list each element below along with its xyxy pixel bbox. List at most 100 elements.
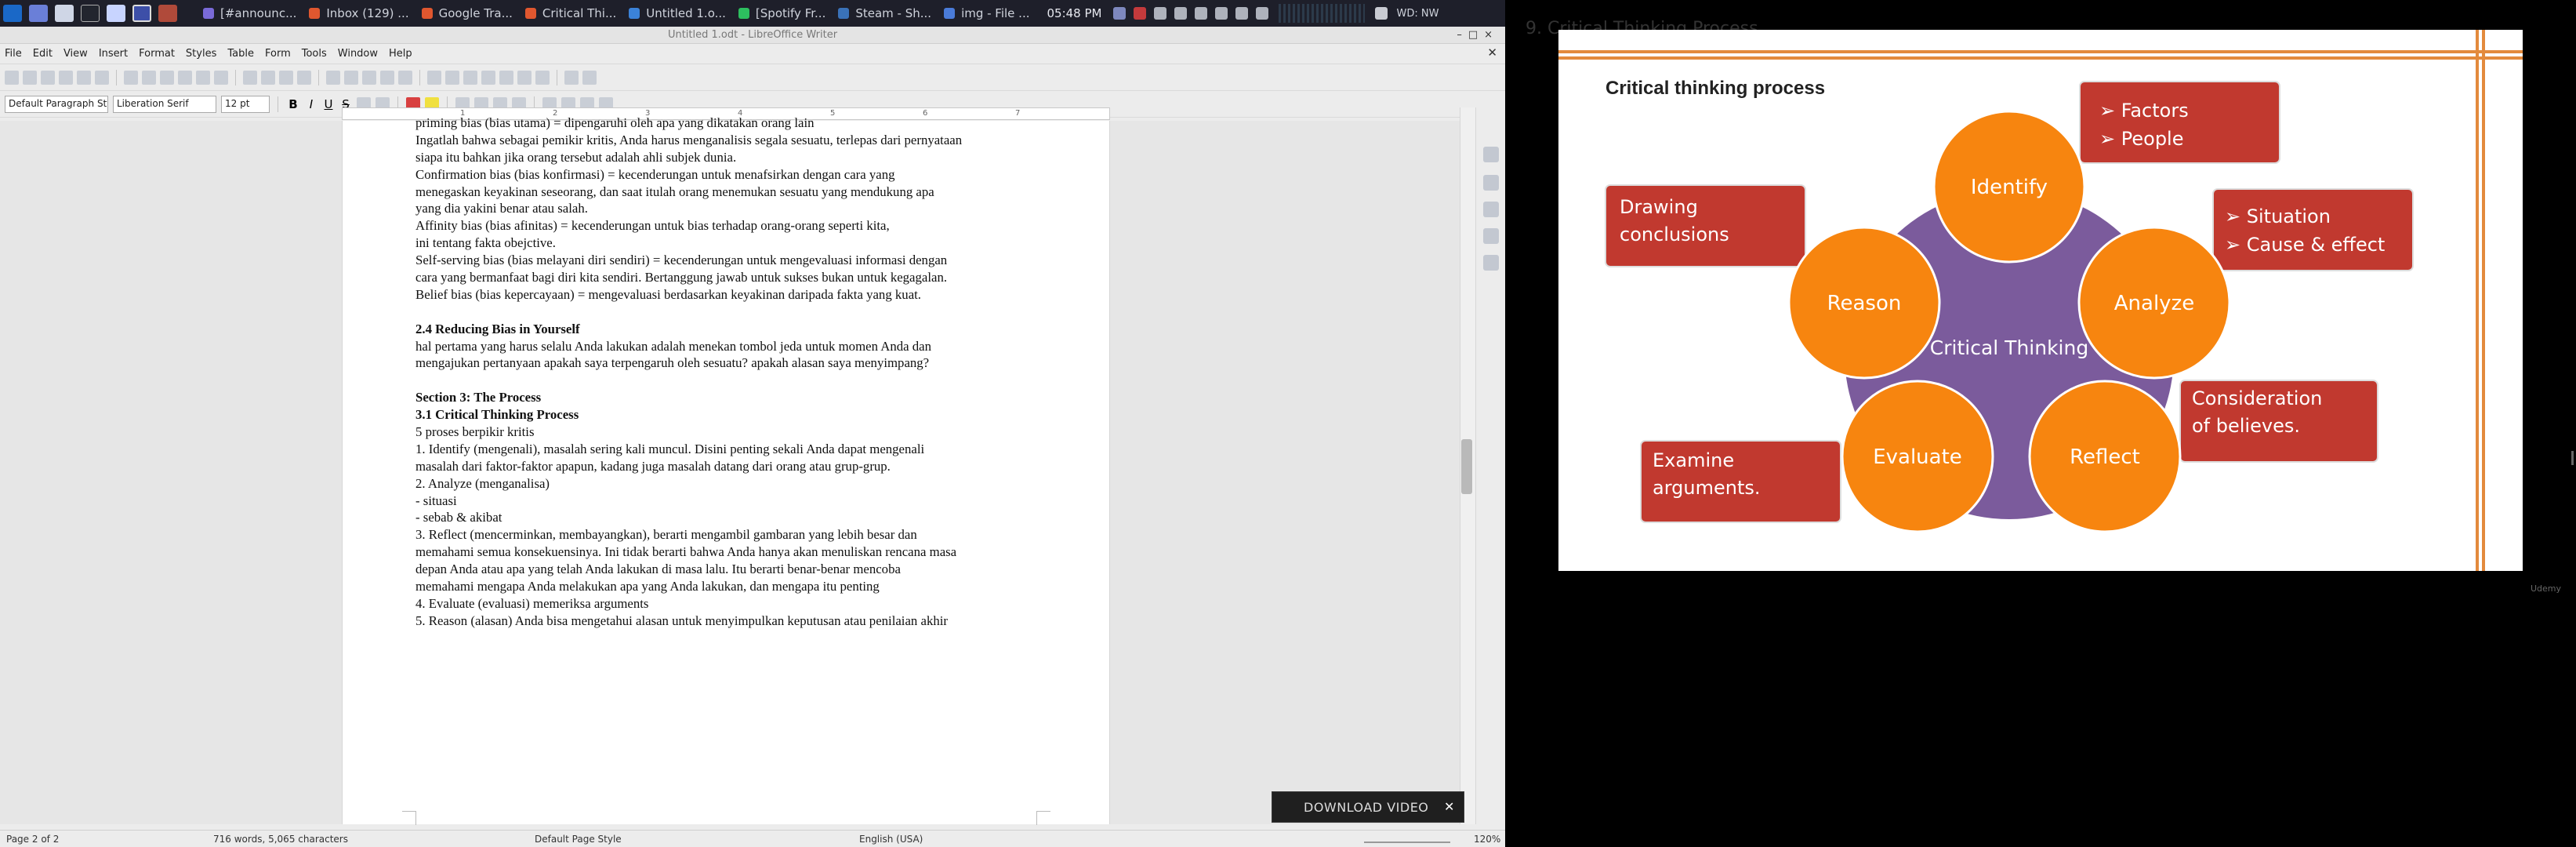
taskbar-window[interactable]: Steam - Sh... [832,0,938,27]
language[interactable]: English (USA) [859,834,923,845]
clone-icon[interactable] [196,70,210,85]
document-line[interactable]: - situasi [415,493,1058,510]
document-line[interactable]: ini tentang fakta obejctive. [415,234,1058,252]
document-line[interactable]: hal pertama yang harus selalu Anda lakuk… [415,338,1058,355]
spelling-icon[interactable] [297,70,311,85]
close-icon[interactable]: ✕ [1442,799,1457,815]
undo-icon[interactable] [243,70,257,85]
document-line[interactable]: yang dia yakini benar atau salah. [415,200,1058,217]
document-line[interactable]: Self-serving bias (bias melayani diri se… [415,252,1058,269]
terminal-icon[interactable] [81,5,100,22]
document-heading[interactable]: 3.1 Critical Thinking Process [415,406,1058,424]
properties-icon[interactable] [1483,147,1499,162]
scrollbar-thumb[interactable] [1461,439,1472,494]
page-count[interactable]: Page 2 of 2 [6,834,59,845]
steam-tray-icon[interactable] [1154,7,1167,20]
menu-item[interactable]: Tools [302,48,327,60]
document-line[interactable] [415,304,1058,321]
footnote-icon[interactable] [499,70,513,85]
download-video-banner[interactable]: DOWNLOAD VIDEO ✕ [1272,791,1464,823]
taskbar-window[interactable]: Inbox (129) ... [303,0,415,27]
taskbar-window[interactable]: [Spotify Fr... [732,0,832,27]
document-line[interactable] [415,372,1058,389]
document-line[interactable]: Affinity bias (bias afinitas) = kecender… [415,217,1058,234]
document-line[interactable]: 5 proses berpikir kritis [415,424,1058,441]
document-line[interactable]: 5. Reason (alasan) Anda bisa mengetahui … [415,613,1058,630]
launcher-icon[interactable] [29,5,48,22]
clear-icon[interactable] [214,70,228,85]
document-line[interactable]: 4. Evaluate (evaluasi) memeriksa argumen… [415,595,1058,613]
special-char-icon[interactable] [463,70,477,85]
export-icon[interactable] [59,70,73,85]
menu-item[interactable]: Format [139,48,175,60]
document-line[interactable]: depan Anda atau apa yang telah Anda laku… [415,561,1058,578]
field-icon[interactable] [445,70,459,85]
menu-item[interactable]: View [63,48,88,60]
menu-item[interactable]: Styles [186,48,216,60]
bold-button[interactable]: B [286,97,300,111]
hyperlink-icon[interactable] [481,70,495,85]
font-size-select[interactable]: 12 pt [221,95,270,113]
network-icon[interactable] [1215,7,1228,20]
document-heading[interactable]: 2.4 Reducing Bias in Yourself [415,321,1058,338]
zoom-level[interactable]: 120% [1474,834,1500,845]
word-count[interactable]: 716 words, 5,065 characters [213,834,348,845]
comment-icon[interactable] [517,70,532,85]
document-line[interactable]: - sebab & akibat [415,509,1058,526]
zoom-slider[interactable] [1364,835,1450,843]
chart-icon[interactable] [380,70,394,85]
preview-icon[interactable] [124,70,138,85]
copy-icon[interactable] [160,70,174,85]
screenshot-icon[interactable] [107,5,125,22]
menu-item[interactable]: File [5,48,22,60]
image-icon[interactable] [362,70,376,85]
browser-launcher-icon[interactable] [158,5,177,22]
document-line[interactable]: memahami semua konsekuensinya. Ini tidak… [415,543,1058,561]
navigator-icon[interactable] [1483,255,1499,271]
document-line[interactable]: 1. Identify (mengenali), masalah sering … [415,441,1058,458]
document-line[interactable]: priming bias (bias utama) = dipengaruhi … [415,115,1058,132]
active-window-icon[interactable] [132,5,151,22]
shapes-icon[interactable] [582,70,597,85]
bell-icon[interactable] [1195,7,1208,20]
menu-item[interactable]: Window [338,48,378,60]
document-line[interactable]: cara yang bermanfaat bagi diri kita send… [415,269,1058,286]
document-line[interactable]: Ingatlah bahwa sebagai pemikir kritis, A… [415,132,1058,149]
document-line[interactable]: mengajukan pertanyaan apakah saya terpen… [415,354,1058,372]
open-icon[interactable] [23,70,37,85]
paragraph-style-select[interactable]: Default Paragraph Style [5,95,108,113]
print-icon[interactable] [95,70,109,85]
new-icon[interactable] [5,70,19,85]
window-controls[interactable]: –□× [1457,27,1499,44]
window-tile-icon[interactable] [1375,7,1388,20]
power-icon[interactable] [1256,7,1269,20]
gallery-icon[interactable] [1483,228,1499,244]
formatting-marks-icon[interactable] [326,70,340,85]
redo-icon[interactable] [261,70,275,85]
pagebreak-icon[interactable] [427,70,441,85]
document-text[interactable]: priming bias (bias utama) = dipengaruhi … [415,115,1058,630]
document-line[interactable]: Belief bias (bias kepercayaan) = mengeva… [415,286,1058,304]
find-icon[interactable] [279,70,293,85]
taskbar-window[interactable]: img - File ... [938,0,1036,27]
table-icon[interactable] [344,70,358,85]
page-style[interactable]: Default Page Style [535,834,622,845]
document-line[interactable]: memahami mengapa Anda melakukan apa yang… [415,578,1058,595]
volume-icon[interactable] [1174,7,1188,20]
document-line[interactable]: 2. Analyze (menganalisa) [415,475,1058,493]
menu-item[interactable]: Help [389,48,412,60]
italic-button[interactable]: I [305,97,317,111]
textbox-icon[interactable] [398,70,412,85]
menu-item[interactable]: Insert [99,48,128,60]
cut-icon[interactable] [142,70,156,85]
taskbar-window[interactable]: Google Tra... [415,0,519,27]
taskbar-window[interactable]: Critical Thi... [519,0,622,27]
line-icon[interactable] [564,70,579,85]
document-line[interactable]: menegaskan keyakinan seseorang, dan saat… [415,184,1058,201]
track-changes-icon[interactable] [535,70,550,85]
document-line[interactable]: 3. Reflect (mencerminkan, membayangkan),… [415,526,1058,543]
discord-tray-icon[interactable] [1113,7,1127,20]
document-line[interactable]: masalah dari faktor-faktor apapun, kadan… [415,458,1058,475]
notification-tray-icon[interactable] [1134,7,1147,20]
taskbar-window[interactable]: [#announc... [197,0,303,27]
